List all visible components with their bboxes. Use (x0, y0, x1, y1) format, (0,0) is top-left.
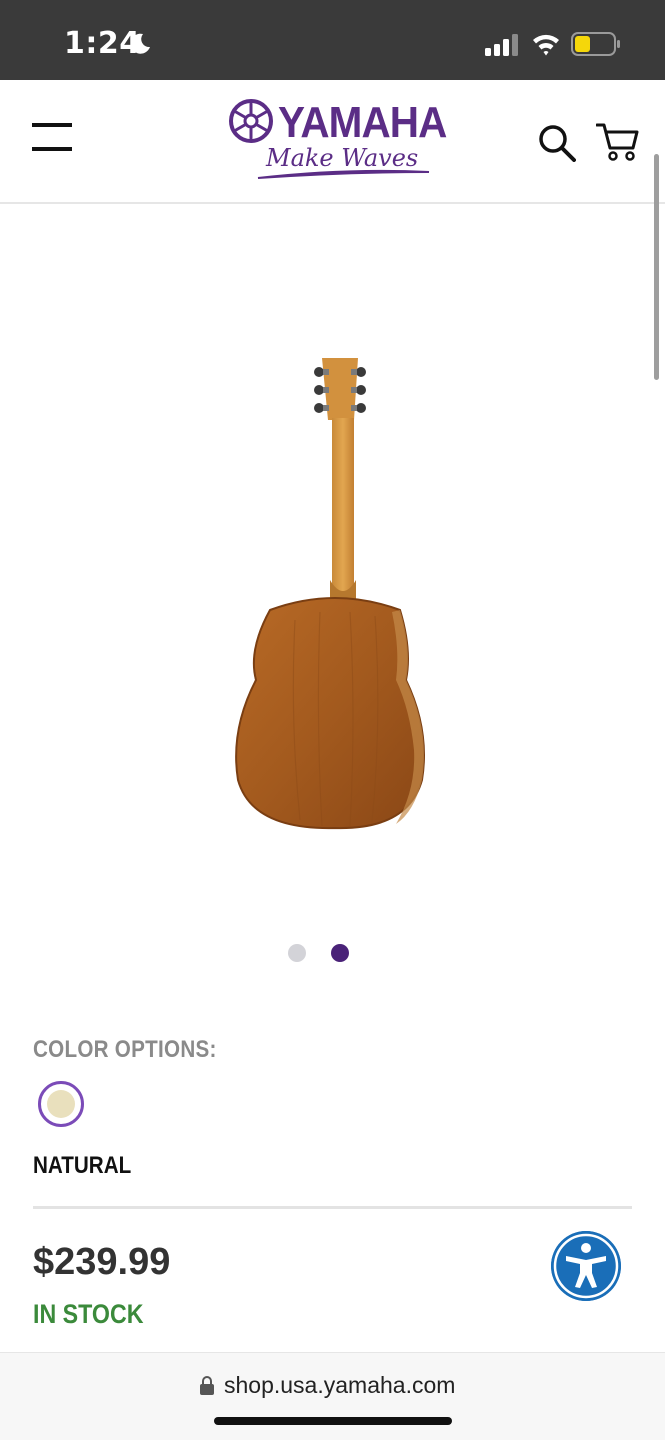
selected-color-name: NATURAL (33, 1152, 132, 1179)
browser-url-bar[interactable]: shop.usa.yamaha.com (0, 1352, 665, 1440)
color-options-label: COLOR OPTIONS: (33, 1036, 217, 1063)
wifi-icon (533, 34, 559, 56)
menu-icon[interactable] (32, 122, 74, 152)
logo-brand-name: YAMAHA (278, 98, 447, 147)
stock-status: IN STOCK (33, 1299, 144, 1329)
guitar-back-image[interactable] (200, 350, 470, 840)
moon-icon (130, 33, 150, 54)
section-divider (33, 1206, 632, 1209)
product-price: $239.99 (33, 1241, 171, 1283)
tuning-fork-emblem-icon (229, 99, 273, 143)
logo-swoosh (257, 169, 430, 179)
home-indicator[interactable] (214, 1417, 452, 1425)
gallery-dot-2-active[interactable] (331, 944, 349, 962)
url-text[interactable]: shop.usa.yamaha.com (224, 1372, 455, 1399)
color-swatch-natural[interactable] (38, 1081, 84, 1127)
site-header: YAMAHA Make Waves (0, 80, 665, 204)
gallery-dot-1[interactable] (288, 944, 306, 962)
accessibility-icon[interactable] (551, 1231, 621, 1301)
yamaha-logo[interactable]: YAMAHA Make Waves (226, 94, 447, 184)
cellular-signal-icon (485, 34, 518, 56)
search-icon[interactable] (538, 124, 576, 162)
page-scrollbar[interactable] (654, 154, 659, 380)
status-bar: 1:24 (0, 0, 665, 80)
battery-icon (571, 32, 620, 56)
gallery-pagination (288, 944, 352, 964)
lock-icon (200, 1376, 214, 1395)
swatch-fill (47, 1090, 75, 1118)
cart-icon[interactable] (596, 122, 640, 162)
product-page: 1:24 YAMAHA Make Waves COLOR OPTIONS: NA… (0, 0, 665, 1440)
